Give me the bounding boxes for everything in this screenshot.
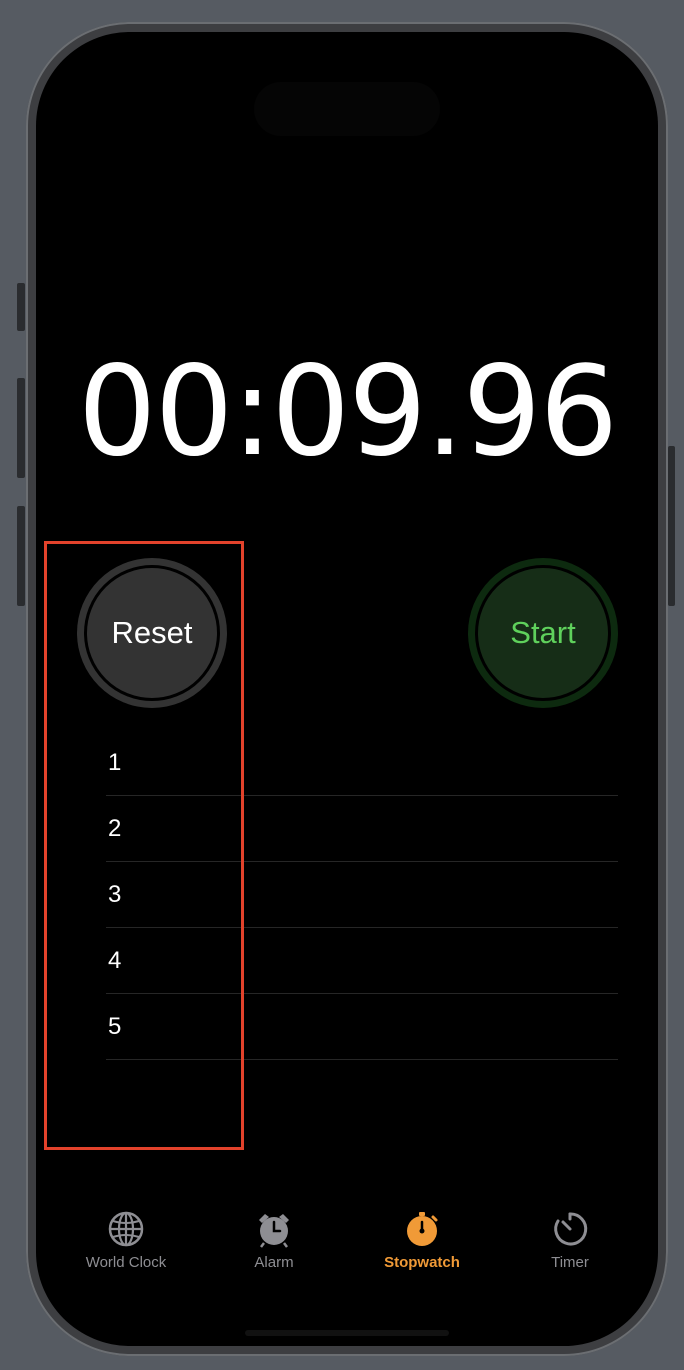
stopwatch-icon bbox=[407, 1212, 438, 1246]
action-button bbox=[17, 283, 25, 331]
seconds: 09 bbox=[271, 340, 427, 484]
tab-alarm[interactable]: Alarm bbox=[200, 1210, 348, 1280]
phone-screen: 00:09.96 Reset Start 1 2 3 4 5 World Clo… bbox=[36, 32, 658, 1346]
highlight-box bbox=[44, 541, 244, 1150]
home-indicator bbox=[245, 1330, 449, 1336]
minutes: 00 bbox=[77, 340, 234, 484]
separator-colon: : bbox=[231, 340, 274, 484]
start-button[interactable]: Start bbox=[468, 558, 618, 708]
separator-dot: . bbox=[425, 340, 464, 484]
tab-timer[interactable]: Timer bbox=[496, 1210, 644, 1280]
hundredths: 96 bbox=[462, 340, 619, 484]
power-button bbox=[668, 446, 675, 606]
tab-world-clock[interactable]: World Clock bbox=[52, 1210, 200, 1280]
globe-icon bbox=[108, 1211, 144, 1247]
tab-label: Alarm bbox=[254, 1254, 294, 1271]
timer-icon bbox=[554, 1212, 588, 1246]
dynamic-island bbox=[254, 82, 440, 136]
tab-label: World Clock bbox=[85, 1254, 167, 1271]
stopwatch-time-display: 00:09.96 bbox=[36, 350, 658, 474]
tab-stopwatch[interactable]: Stopwatch bbox=[348, 1210, 496, 1280]
alarm-icon bbox=[259, 1214, 289, 1248]
tab-label: Timer bbox=[551, 1254, 589, 1271]
volume-down-button bbox=[17, 506, 25, 606]
volume-up-button bbox=[17, 378, 25, 478]
tab-label: Stopwatch bbox=[384, 1254, 460, 1271]
tab-bar: World Clock Alarm Stopwatch Timer bbox=[36, 1210, 658, 1280]
start-button-label: Start bbox=[475, 565, 611, 701]
